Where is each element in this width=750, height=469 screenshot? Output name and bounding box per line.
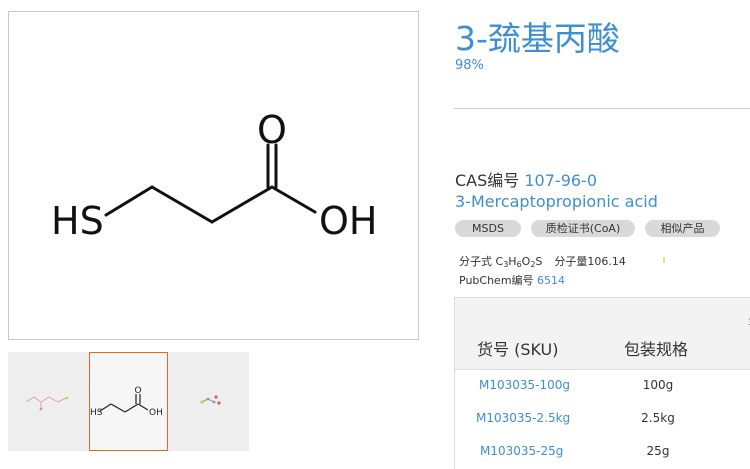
cas-line: CAS编号 107-96-0 [455,167,597,191]
package-size: 100g [642,378,674,392]
molecular-properties: 分子式 C3H6O2S 分子量106.14 [459,253,626,269]
atom-label-hs: HS [51,199,104,243]
thumbnail-strip: O OH HS [8,352,249,451]
table-header: 货号 (SKU) 包装规格 3 [455,298,750,370]
main-structure-image: O OH HS [8,11,419,340]
thumb-atom-hs: HS [90,408,103,418]
sku-column-header: 货号 (SKU) [477,340,559,359]
cas-number: 107-96-0 [524,171,597,190]
thumbnail-3[interactable] [168,352,249,451]
atom-label-o: O [257,108,287,152]
sku-table: 货号 (SKU) 包装规格 3 M103035-100g 100g M10303… [454,297,750,469]
table-row: M103035-100g 100g [455,370,750,404]
molecular-weight: 106.14 [587,255,626,268]
table-row: M103035-25g 25g [455,436,750,469]
thumbnail-1[interactable] [8,352,89,451]
package-size: 2.5kg [641,411,675,425]
product-title: 3-巯基丙酸 [455,19,620,58]
pubchem-label: PubChem编号 [459,274,534,287]
thumb-atom-o: O [134,386,141,396]
bond-c3-oh [270,185,317,214]
pubchem-line: PubChem编号 6514 [459,272,565,288]
table-row: M103035-2.5kg 2.5kg [455,403,750,437]
package-size: 25g [646,444,670,458]
english-name: 3-Mercaptopropionic acid [455,192,658,211]
cas-label: CAS编号 [455,171,520,190]
package-column-header: 包装规格 [624,340,689,359]
decorative-mark [663,257,665,263]
msds-button[interactable]: MSDS [455,220,521,237]
mw-label: 分子量 [554,255,588,268]
bond-c1-c2 [150,185,214,224]
pubchem-link[interactable]: 6514 [537,274,565,287]
coa-button[interactable]: 质检证书(CoA) [531,220,635,237]
bond-s-c1 [104,185,154,217]
molecular-formula: C3H6O2S [495,255,543,269]
similar-products-button[interactable]: 相似产品 [645,220,720,237]
divider [454,108,750,109]
thumbnail-2-selected[interactable]: O OH HS [89,352,168,451]
bond-c2-c3 [210,185,274,224]
atom-label-oh: OH [319,199,377,243]
thumb-atom-oh: OH [149,408,163,418]
formula-label: 分子式 [459,255,492,268]
purity-label: 98% [455,58,484,73]
